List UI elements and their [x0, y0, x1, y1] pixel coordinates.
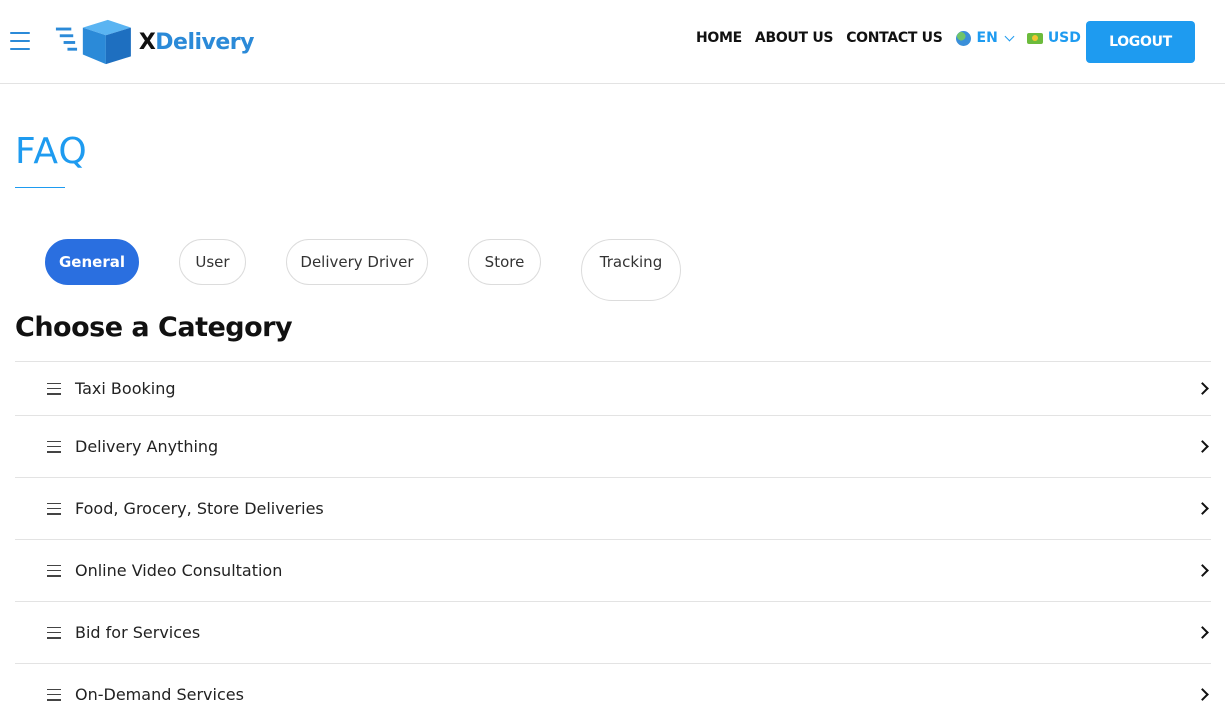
section-title: Choose a Category: [15, 312, 293, 343]
chevron-right-icon: [1196, 440, 1209, 453]
list-menu-icon: [47, 688, 61, 701]
tab-general[interactable]: General: [45, 239, 139, 285]
nav-contact-link[interactable]: CONTACT US: [846, 30, 943, 46]
category-item-delivery-anything[interactable]: Delivery Anything: [15, 415, 1211, 477]
chevron-right-icon: [1196, 564, 1209, 577]
nav-about-link[interactable]: ABOUT US: [755, 30, 834, 46]
language-label: EN: [976, 30, 998, 46]
logout-button[interactable]: LOGOUT: [1086, 21, 1195, 63]
logo[interactable]: XDelivery: [54, 16, 254, 68]
tab-store[interactable]: Store: [468, 239, 541, 285]
category-item-bid-for-services[interactable]: Bid for Services: [15, 601, 1211, 663]
category-item-food-grocery[interactable]: Food, Grocery, Store Deliveries: [15, 477, 1211, 539]
list-menu-icon: [47, 382, 61, 395]
category-item-taxi-booking[interactable]: Taxi Booking: [15, 361, 1211, 415]
chevron-right-icon: [1196, 502, 1209, 515]
language-dropdown[interactable]: EN: [955, 30, 1015, 46]
list-menu-icon: [47, 440, 61, 453]
chevron-down-icon: [1004, 31, 1015, 41]
category-item-on-demand-services[interactable]: On-Demand Services: [15, 663, 1211, 725]
page-title: FAQ: [15, 131, 88, 172]
category-label: Taxi Booking: [75, 379, 176, 398]
category-label: Food, Grocery, Store Deliveries: [75, 499, 324, 518]
tab-tracking[interactable]: Tracking: [581, 239, 681, 301]
category-item-video-consultation[interactable]: Online Video Consultation: [15, 539, 1211, 601]
money-icon: [1026, 32, 1043, 44]
box-logo-icon: [55, 19, 131, 65]
chevron-right-icon: [1196, 382, 1209, 395]
main-nav: HOME ABOUT US CONTACT US EN USD: [696, 30, 1110, 46]
tab-user[interactable]: User: [179, 239, 246, 285]
currency-label: USD: [1047, 30, 1081, 46]
tab-delivery-driver[interactable]: Delivery Driver: [286, 239, 428, 285]
category-label: Bid for Services: [75, 623, 201, 642]
list-menu-icon: [47, 502, 61, 515]
chevron-right-icon: [1196, 626, 1209, 639]
nav-home-link[interactable]: HOME: [696, 30, 742, 46]
top-header: XDelivery HOME ABOUT US CONTACT US EN US…: [0, 0, 1225, 84]
globe-icon: [955, 30, 971, 46]
category-label: Online Video Consultation: [75, 561, 283, 580]
hamburger-menu-icon[interactable]: [10, 32, 32, 50]
list-menu-icon: [47, 626, 61, 639]
category-label: On-Demand Services: [75, 685, 244, 704]
title-underline: [15, 187, 65, 188]
list-menu-icon: [47, 564, 61, 577]
logo-text: XDelivery: [138, 29, 255, 55]
category-label: Delivery Anything: [75, 437, 219, 456]
chevron-right-icon: [1196, 688, 1209, 701]
category-list: Taxi Booking Delivery Anything Food, Gro…: [15, 361, 1211, 725]
